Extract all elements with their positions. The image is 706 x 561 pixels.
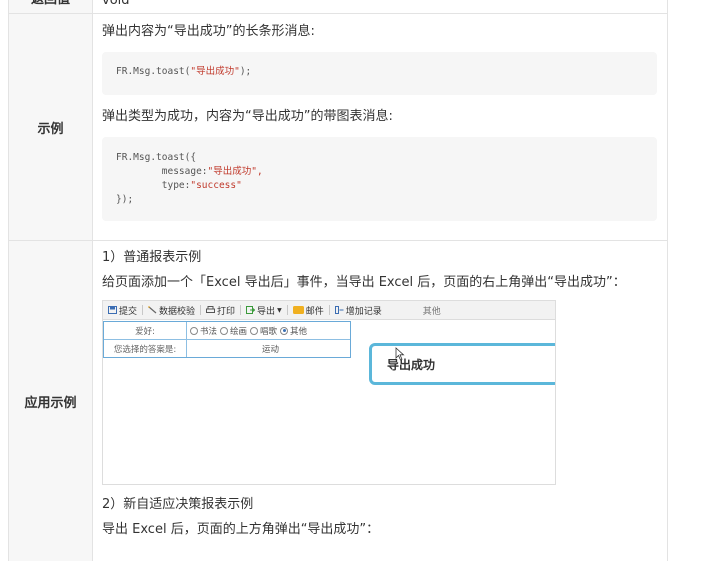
- example-row: 示例 弹出内容为“导出成功”的长条形消息: FR.Msg.toast("导出成功…: [9, 14, 667, 241]
- mail-icon: [292, 306, 304, 314]
- code-text: message:: [116, 166, 208, 177]
- radio-calligraphy[interactable]: [190, 326, 198, 335]
- row-label: 示例: [9, 14, 93, 240]
- app-item-2-title: 2）新自适应决策报表示例: [102, 497, 254, 512]
- return-value-row: 返回值 void: [9, 0, 667, 14]
- chevron-down-icon: ▼: [277, 306, 282, 314]
- form-row-hobby: 爱好: 书法 绘画 唱歌 其他: [104, 322, 350, 340]
- answer-value: 运动: [261, 344, 279, 355]
- code-block-1: FR.Msg.toast("导出成功");: [102, 52, 657, 95]
- row-label: 应用示例: [9, 241, 93, 561]
- code-string: "导出成功": [190, 66, 240, 77]
- code-block-2: FR.Msg.toast({ message:"导出成功", type:"suc…: [102, 137, 657, 221]
- api-doc-table: 返回值 void 示例 弹出内容为“导出成功”的长条形消息: FR.Msg.to…: [8, 0, 668, 561]
- code-text: type:: [116, 180, 191, 191]
- code-text: });: [116, 194, 134, 205]
- print-button[interactable]: 打印: [203, 304, 238, 317]
- toolbar-divider: [328, 305, 330, 315]
- report-form: 爱好: 书法 绘画 唱歌 其他 您选择的答案是: 运动: [103, 321, 351, 358]
- form-row-answer: 您选择的答案是: 运动: [104, 340, 350, 357]
- code-string: "success": [190, 180, 242, 191]
- radio-singing[interactable]: [250, 326, 259, 335]
- add-row-icon: [334, 306, 344, 314]
- hobby-label: 爱好:: [104, 322, 187, 339]
- toolbar-divider: [142, 305, 144, 315]
- code-text: );: [239, 66, 252, 77]
- return-value: void: [102, 0, 130, 8]
- report-screenshot: 提交 数据校验 打印 导出 ▼ 邮件 增加记录 其他 爱好: 书法 绘画 唱歌 …: [102, 300, 556, 485]
- submit-icon: [108, 306, 117, 314]
- submit-button[interactable]: 提交: [105, 304, 140, 317]
- mouse-cursor-icon: [395, 347, 405, 361]
- app-item-1-desc: 给页面添加一个「Excel 导出后」事件，当导出 Excel 后，页面的右上角弹…: [102, 275, 626, 290]
- export-button[interactable]: 导出 ▼: [243, 304, 285, 317]
- toolbar-divider: [200, 305, 202, 315]
- application-row: 应用示例 1）普通报表示例 给页面添加一个「Excel 导出后」事件，当导出 E…: [9, 241, 667, 561]
- app-item-1-title: 1）普通报表示例: [102, 250, 202, 265]
- hobby-options: 书法 绘画 唱歌 其他: [187, 322, 350, 339]
- toolbar-divider: [286, 305, 288, 315]
- add-record-button[interactable]: 增加记录: [332, 304, 385, 317]
- app-item-2-desc: 导出 Excel 后，页面的上方角弹出“导出成功”：: [102, 522, 380, 537]
- code-text: FR.Msg.toast(: [116, 66, 191, 77]
- other-label: 其他: [422, 306, 441, 317]
- example-desc-1: 弹出内容为“导出成功”的长条形消息:: [102, 24, 315, 39]
- wand-icon: [148, 306, 157, 314]
- export-icon: [246, 306, 256, 314]
- answer-label: 您选择的答案是:: [104, 340, 187, 357]
- row-label: 返回值: [9, 0, 93, 13]
- toolbar-divider: [240, 305, 242, 315]
- validate-button[interactable]: 数据校验: [145, 304, 198, 317]
- radio-other[interactable]: [280, 326, 289, 335]
- radio-painting[interactable]: [220, 326, 229, 335]
- code-text: FR.Msg.toast({: [116, 152, 197, 163]
- mail-button[interactable]: 邮件: [290, 304, 327, 317]
- code-string: "导出成功",: [207, 166, 263, 177]
- printer-icon: [206, 306, 216, 313]
- example-desc-2: 弹出类型为成功，内容为“导出成功”的带图表消息:: [102, 109, 393, 124]
- report-toolbar: 提交 数据校验 打印 导出 ▼ 邮件 增加记录 其他: [103, 301, 555, 320]
